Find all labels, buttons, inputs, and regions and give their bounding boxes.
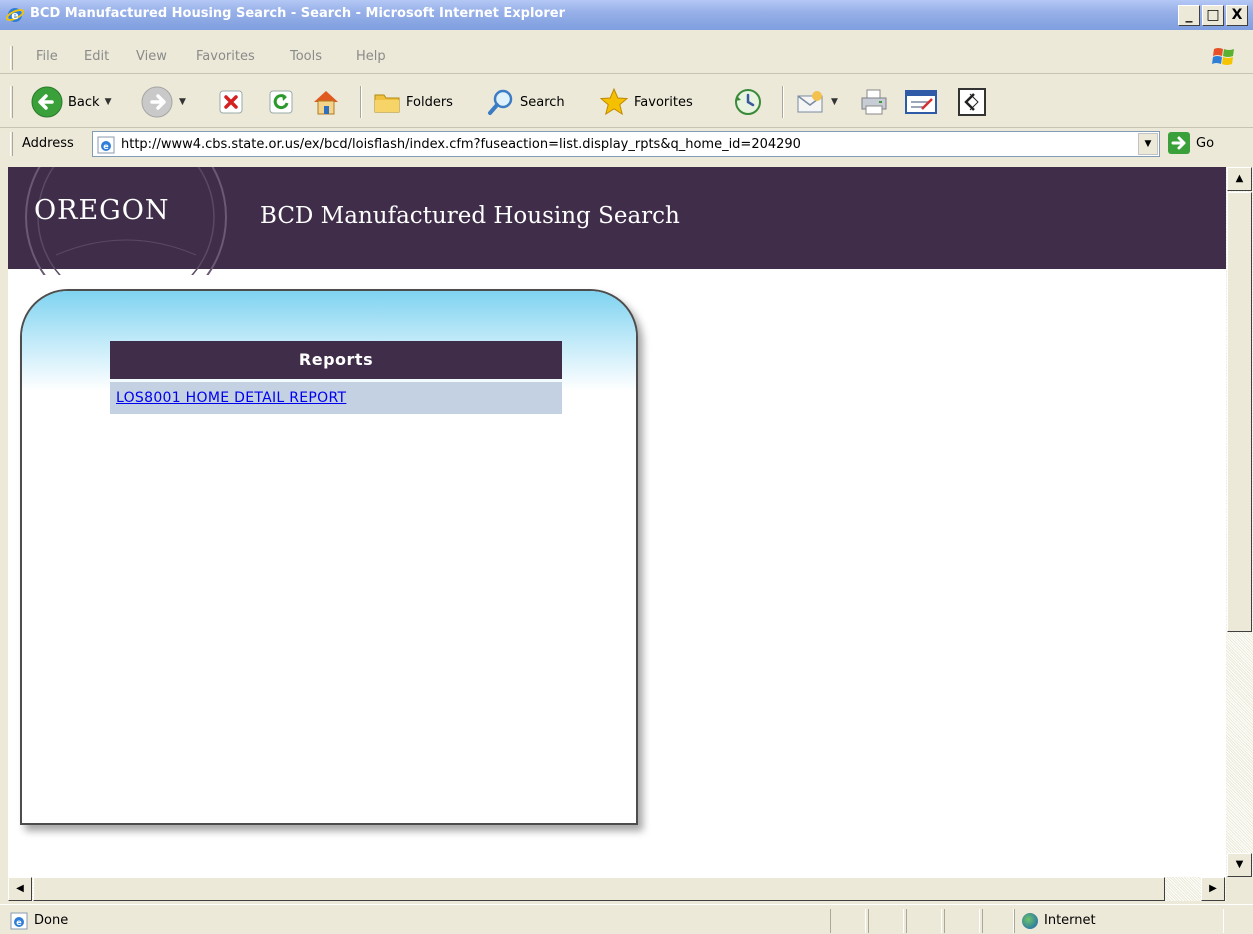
menu-favorites[interactable]: Favorites bbox=[196, 49, 255, 64]
scroll-up-button[interactable]: ▲ bbox=[1227, 167, 1252, 191]
home-button[interactable] bbox=[310, 84, 342, 120]
mail-icon bbox=[797, 91, 823, 113]
search-label: Search bbox=[520, 94, 565, 110]
report-link[interactable]: LOS8001 HOME DETAIL REPORT bbox=[116, 390, 346, 406]
maximize-button[interactable]: □ bbox=[1202, 5, 1224, 26]
back-dropdown-icon[interactable]: ▼ bbox=[105, 97, 112, 107]
refresh-icon bbox=[269, 90, 293, 114]
internet-explorer-icon: e bbox=[6, 8, 24, 22]
horizontal-scroll-thumb[interactable] bbox=[33, 877, 1165, 901]
toolbar-separator bbox=[360, 86, 362, 118]
minimize-button[interactable]: _ bbox=[1178, 5, 1200, 26]
status-pane bbox=[830, 909, 866, 933]
address-grip bbox=[10, 132, 13, 156]
report-row: LOS8001 HOME DETAIL REPORT bbox=[110, 382, 562, 414]
printer-icon bbox=[861, 89, 887, 115]
reports-header: Reports bbox=[110, 341, 562, 379]
toolbar-grip bbox=[10, 86, 13, 118]
back-label: Back bbox=[68, 94, 100, 110]
menu-bar: File Edit View Favorites Tools Help bbox=[0, 40, 1253, 74]
address-url: http://www4.cbs.state.or.us/ex/bcd/loisf… bbox=[121, 137, 801, 152]
status-pane bbox=[868, 909, 904, 933]
favorites-label: Favorites bbox=[634, 94, 693, 110]
menu-file[interactable]: File bbox=[36, 49, 58, 64]
back-button[interactable]: Back ▼ bbox=[30, 84, 111, 120]
address-bar: Address e http://www4.cbs.state.or.us/ex… bbox=[0, 128, 1253, 160]
vertical-scrollbar[interactable]: ▲ ▼ bbox=[1226, 167, 1253, 877]
back-arrow-icon bbox=[31, 86, 63, 118]
svg-text:e: e bbox=[11, 9, 18, 22]
security-zone-label: Internet bbox=[1044, 913, 1096, 928]
forward-arrow-icon bbox=[141, 86, 173, 118]
scrollbar-corner bbox=[1226, 877, 1253, 901]
address-label: Address bbox=[22, 136, 74, 151]
reports-panel: Reports LOS8001 HOME DETAIL REPORT bbox=[20, 289, 638, 825]
history-icon bbox=[735, 89, 761, 115]
oregon-wordmark: OREGON bbox=[34, 195, 170, 226]
menu-view[interactable]: View bbox=[136, 49, 167, 64]
scroll-down-button[interactable]: ▼ bbox=[1227, 853, 1252, 877]
site-banner: OREGON BCD Manufactured Housing Search bbox=[8, 167, 1226, 275]
menu-help[interactable]: Help bbox=[356, 49, 386, 64]
internet-globe-icon bbox=[1022, 913, 1038, 929]
forward-dropdown-icon[interactable]: ▼ bbox=[179, 97, 186, 107]
status-pane bbox=[944, 909, 980, 933]
mail-dropdown-icon[interactable]: ▼ bbox=[831, 97, 838, 107]
search-icon bbox=[488, 89, 513, 115]
svg-text:e: e bbox=[16, 918, 22, 927]
discuss-icon bbox=[958, 88, 986, 116]
history-button[interactable] bbox=[732, 84, 764, 120]
vertical-scroll-thumb[interactable] bbox=[1227, 192, 1252, 632]
status-text: Done bbox=[34, 913, 69, 928]
status-bar: e Done Internet bbox=[0, 904, 1253, 934]
edit-page-icon bbox=[905, 90, 937, 114]
standard-toolbar: Back ▼ ▼ Folders Search Favorites ▼ bbox=[0, 76, 1253, 128]
reports-table: Reports LOS8001 HOME DETAIL REPORT bbox=[110, 341, 562, 414]
refresh-button[interactable] bbox=[268, 84, 294, 120]
windows-flag-icon bbox=[1212, 48, 1234, 65]
address-input[interactable]: e http://www4.cbs.state.or.us/ex/bcd/loi… bbox=[92, 131, 1160, 157]
close-button[interactable]: X bbox=[1226, 5, 1248, 26]
menu-edit[interactable]: Edit bbox=[84, 49, 109, 64]
menu-tools[interactable]: Tools bbox=[290, 49, 322, 64]
window-title: BCD Manufactured Housing Search - Search… bbox=[30, 6, 565, 21]
go-button[interactable]: Go bbox=[1168, 132, 1214, 154]
folder-icon bbox=[374, 94, 400, 113]
folders-button[interactable]: Folders bbox=[372, 84, 453, 120]
horizontal-scrollbar[interactable]: ◀ ▶ bbox=[8, 877, 1226, 901]
mail-button[interactable]: ▼ bbox=[794, 84, 838, 120]
page-ie-icon: e bbox=[97, 136, 115, 154]
svg-text:e: e bbox=[103, 142, 109, 151]
folders-label: Folders bbox=[406, 94, 453, 110]
go-label: Go bbox=[1196, 135, 1215, 151]
edit-button[interactable] bbox=[904, 84, 938, 120]
window-title-bar: e BCD Manufactured Housing Search - Sear… bbox=[0, 0, 1253, 30]
star-icon bbox=[599, 87, 629, 116]
forward-button[interactable]: ▼ bbox=[140, 84, 186, 120]
toolbar-separator bbox=[782, 86, 784, 118]
favorites-button[interactable]: Favorites bbox=[598, 84, 693, 120]
stop-button[interactable] bbox=[218, 84, 244, 120]
go-arrow-icon bbox=[1168, 132, 1190, 154]
search-button[interactable]: Search bbox=[486, 84, 565, 120]
status-pane bbox=[982, 909, 1014, 933]
page-done-icon: e bbox=[10, 912, 28, 930]
stop-icon bbox=[219, 90, 243, 114]
scroll-right-button[interactable]: ▶ bbox=[1201, 877, 1225, 901]
discuss-button[interactable] bbox=[956, 84, 988, 120]
home-icon bbox=[314, 91, 338, 115]
menu-grip bbox=[10, 46, 13, 70]
status-pane bbox=[906, 909, 942, 933]
scroll-left-button[interactable]: ◀ bbox=[8, 877, 32, 901]
address-dropdown-button[interactable]: ▼ bbox=[1138, 133, 1158, 155]
page-viewport: OREGON BCD Manufactured Housing Search R… bbox=[8, 167, 1226, 877]
print-button[interactable] bbox=[858, 84, 890, 120]
site-title: BCD Manufactured Housing Search bbox=[260, 203, 680, 229]
